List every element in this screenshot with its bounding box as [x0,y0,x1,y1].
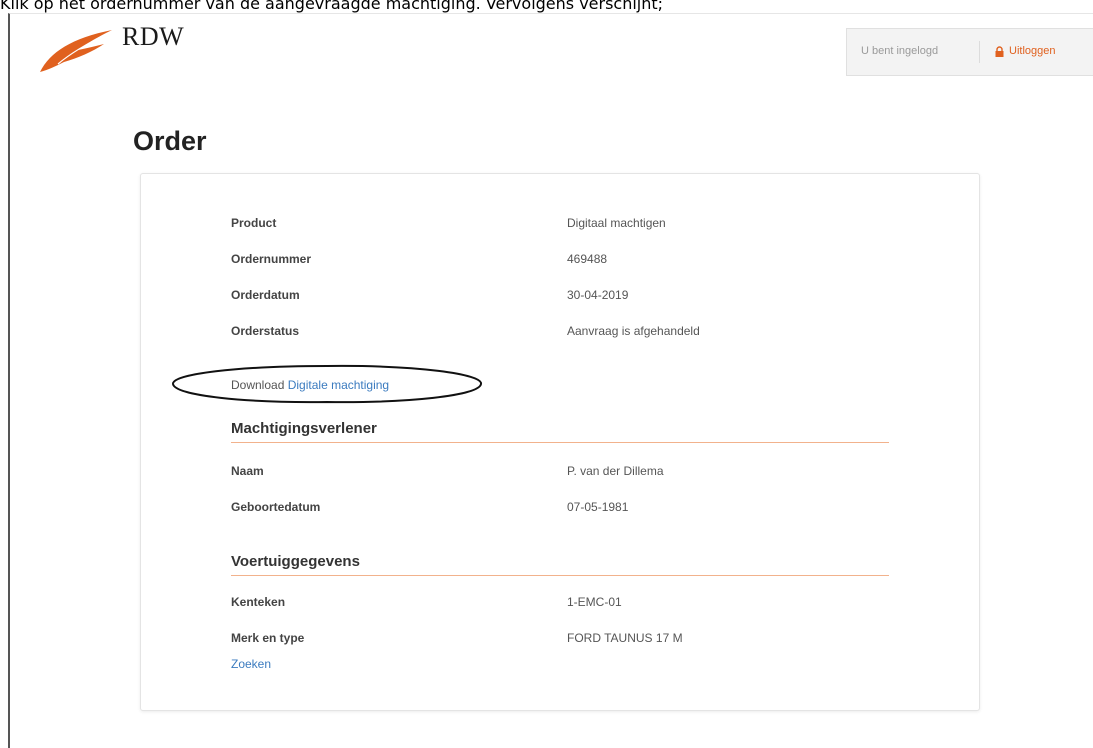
row-value: Digitaal machtigen [567,216,666,230]
section-title-voertuiggegevens: Voertuiggegevens [231,553,889,576]
row-label: Kenteken [231,595,286,609]
row-label: Geboortedatum [231,500,321,514]
download-prefix: Download [231,378,285,392]
logout-label: Uitloggen [1009,45,1056,57]
vehicle-row-kenteken: Kenteken 1-EMC-01 [231,595,891,615]
logo-text: RDW [122,22,185,51]
order-row-orderstatus: Orderstatus Aanvraag is afgehandeld [231,324,891,344]
row-label: Naam [231,464,264,478]
row-value: 1-EMC-01 [567,595,622,609]
user-bar: U bent ingelogd Uitloggen [846,28,1093,76]
row-value: P. van der Dillema [567,464,664,478]
row-label: Ordernummer [231,252,312,266]
grantor-row-geboortedatum: Geboortedatum 07-05-1981 [231,500,891,520]
row-value: 07-05-1981 [567,500,629,514]
lock-icon [995,45,1004,57]
row-value: 30-04-2019 [567,288,629,302]
row-label: Merk en type [231,631,305,645]
row-label: Orderdatum [231,288,300,302]
section-title-machtigingsverlener: Machtigingsverlener [231,420,889,443]
download-digitale-machtiging-link[interactable]: Digitale machtiging [288,378,389,392]
search-link[interactable]: Zoeken [231,657,271,671]
row-value: 469488 [567,252,608,266]
instruction-caption: Klik op het ordernummer van de aangevraa… [0,0,664,13]
rdw-logo-icon[interactable] [38,22,116,79]
order-card: Product Digitaal machtigen Ordernummer 4… [140,173,980,711]
logout-button[interactable]: Uitloggen [995,45,1055,57]
download-row: Download Digitale machtiging [231,378,389,392]
grantor-row-naam: Naam P. van der Dillema [231,464,891,484]
login-status: U bent ingelogd [861,45,939,57]
page-title: Order [133,126,207,156]
divider [979,41,980,63]
order-row-ordernummer: Ordernummer 469488 [231,252,891,272]
row-value: Aanvraag is afgehandeld [567,324,700,338]
order-row-orderdatum: Orderdatum 30-04-2019 [231,288,891,308]
row-label: Orderstatus [231,324,300,338]
row-label: Product [231,216,277,230]
order-row-product: Product Digitaal machtigen [231,216,891,236]
row-value: FORD TAUNUS 17 M [567,631,683,645]
vehicle-row-merk-en-type: Merk en type FORD TAUNUS 17 M [231,631,891,651]
